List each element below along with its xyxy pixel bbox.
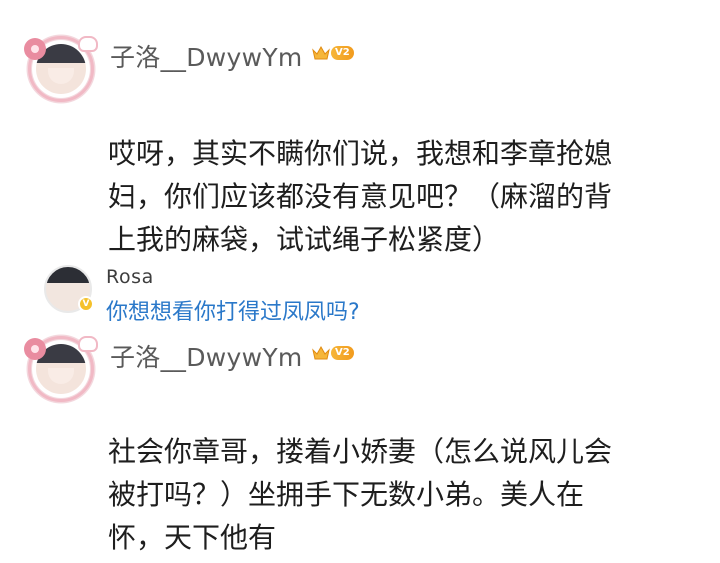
username[interactable]: 子洛__DwywYm [110, 38, 303, 74]
post-header: 子洛__DwywYm V2 [0, 30, 720, 110]
post-body: 哎呀，其实不瞒你们说，我想和李章抢媳 妇，你们应该都没有意见吧？（麻溜的背 上我… [108, 132, 698, 261]
reply-username[interactable]: Rosa [106, 266, 154, 288]
vip-badge[interactable]: V2 [312, 43, 354, 63]
post-body-line: 社会你章哥，搂着小娇妻（怎么说风儿会 [108, 435, 613, 468]
vip-level-label: V2 [331, 46, 354, 60]
post-body-line: 哎呀，其实不瞒你们说，我想和李章抢媳 [108, 137, 613, 170]
post-body-line: 上我的麻袋，试试绳子松紧度） [108, 223, 501, 256]
crown-icon [312, 345, 330, 361]
user-avatar[interactable] [22, 30, 100, 108]
reply-item[interactable]: V Rosa 你想想看你打得过凤凤吗? [0, 262, 720, 325]
user-avatar[interactable] [22, 330, 100, 408]
post-body: 社会你章哥，搂着小娇妻（怎么说风儿会 被打吗？）坐拥手下无数小弟。美人在 怀，天… [108, 430, 698, 559]
post-header: 子洛__DwywYm V2 [0, 330, 720, 410]
vip-level-label: V2 [331, 346, 354, 360]
reply-text[interactable]: 你想想看你打得过凤凤吗? [106, 294, 360, 326]
crown-icon [312, 45, 330, 61]
flower-icon [24, 338, 46, 360]
verified-badge-icon: V [78, 296, 94, 312]
vip-badge[interactable]: V2 [312, 343, 354, 363]
flower-icon [24, 38, 46, 60]
post-body-line: 妇，你们应该都没有意见吧？（麻溜的背 [108, 180, 613, 213]
post-body-line: 怀，天下他有 [108, 521, 277, 554]
username[interactable]: 子洛__DwywYm [110, 338, 303, 374]
cat-decoration-icon [78, 336, 98, 352]
cat-decoration-icon [78, 36, 98, 52]
post-body-line: 被打吗？）坐拥手下无数小弟。美人在 [108, 478, 585, 511]
